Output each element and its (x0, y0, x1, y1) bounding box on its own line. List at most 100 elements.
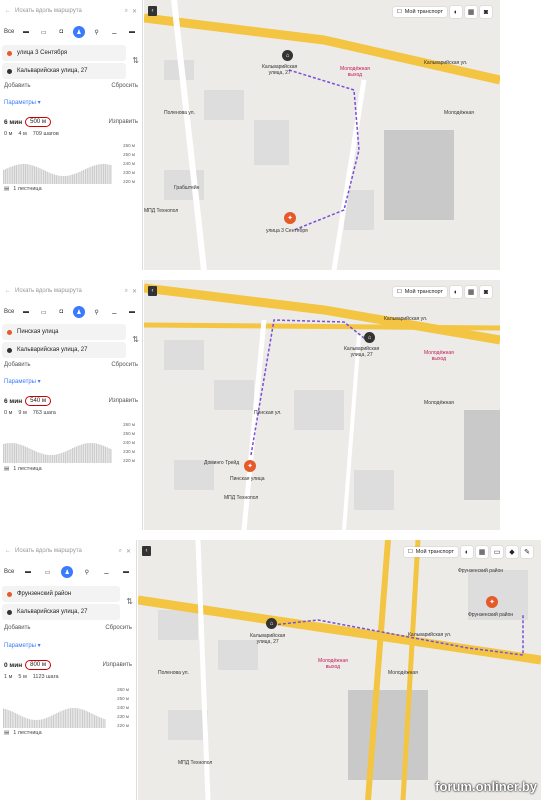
to-field[interactable]: Кальварийская улица, 27 (2, 342, 126, 358)
tram-icon[interactable]: ◘ (55, 26, 67, 38)
route-search[interactable]: ← Искать вдоль маршрута ⌕ ✕ (2, 3, 140, 19)
destination-pin-icon[interactable]: ⌂ (364, 332, 375, 343)
map[interactable]: ‹ ☐ Мой транспорт ◐ ▦ ◙ ⌂ Кальварийская улица… (144, 280, 500, 530)
panorama-icon[interactable]: ▦ (476, 546, 488, 558)
search-icon[interactable]: ⌕ (125, 288, 128, 295)
collapse-panel-button[interactable]: ‹ (148, 286, 157, 296)
scooter-icon[interactable]: ⚊ (108, 26, 120, 38)
reset-button[interactable]: Сбросить (111, 83, 138, 89)
panorama-icon[interactable]: ▦ (465, 6, 477, 18)
map[interactable]: ‹ ☐ Мой транспорт ◐ ▦ ◙ ⌂ Кальварийская улица… (144, 0, 500, 270)
bus-layer-icon[interactable]: ▭ (491, 546, 503, 558)
back-icon[interactable]: ← (5, 8, 11, 14)
elevation-bar (99, 444, 101, 463)
elevation-bar (8, 167, 10, 184)
car-icon[interactable]: ▬ (20, 306, 32, 318)
car-icon[interactable]: ▬ (22, 566, 34, 578)
scooter-icon[interactable]: ⚊ (108, 306, 120, 318)
tram-icon[interactable]: ◘ (55, 306, 67, 318)
taxi-icon[interactable]: ▬ (126, 26, 138, 38)
params-button[interactable]: Параметры ▾ (4, 642, 41, 649)
bike-icon[interactable]: ⚲ (91, 26, 103, 38)
traffic-icon[interactable]: ◐ (461, 546, 473, 558)
back-icon[interactable]: ← (5, 288, 11, 294)
search-input[interactable]: Искать вдоль маршрута (15, 548, 115, 554)
search-icon[interactable]: ⌕ (119, 548, 122, 555)
traffic-icon[interactable]: ◐ (450, 286, 462, 298)
search-input[interactable]: Искать вдоль маршрута (15, 288, 121, 294)
traffic-icon[interactable]: ◐ (450, 6, 462, 18)
swap-icon[interactable]: ⇅ (126, 597, 133, 606)
route-summary[interactable]: 6 мин 500 м Изправить (4, 117, 138, 127)
close-icon[interactable]: ✕ (126, 548, 131, 555)
route-search[interactable]: ← Искать вдоль маршрута ⌕ ✕ (2, 283, 140, 299)
search-icon[interactable]: ⌕ (125, 8, 128, 15)
from-field[interactable]: Пинская улица (2, 324, 126, 340)
collapse-panel-button[interactable]: ‹ (142, 546, 151, 556)
edit-button[interactable]: Изправить (109, 119, 138, 125)
bus-icon[interactable]: ▭ (42, 566, 54, 578)
params-button[interactable]: Параметры ▾ (4, 378, 41, 385)
mode-all-button[interactable]: Все (4, 309, 14, 315)
start-pin-icon[interactable]: ✦ (486, 596, 498, 608)
layers-icon[interactable]: ◆ (506, 546, 518, 558)
mode-all-button[interactable]: Все (4, 569, 14, 575)
ruler-icon[interactable]: ✎ (521, 546, 533, 558)
bike-icon[interactable]: ⚲ (81, 566, 93, 578)
start-label: Фрунзенский район (468, 612, 514, 618)
camera-icon[interactable]: ◙ (480, 6, 492, 18)
close-icon[interactable]: ✕ (132, 8, 137, 15)
add-button[interactable]: Добавить (4, 83, 31, 89)
swap-icon[interactable]: ⇅ (132, 56, 139, 65)
camera-icon[interactable]: ◙ (480, 286, 492, 298)
bike-icon[interactable]: ⚲ (91, 306, 103, 318)
to-field[interactable]: Кальварийская улица, 27 (2, 604, 120, 620)
search-input[interactable]: Искать вдоль маршрута (15, 8, 121, 14)
destination-pin-icon[interactable]: ⌂ (266, 618, 277, 629)
route-summary[interactable]: 6 мин 540 м Изправить (4, 396, 138, 406)
close-icon[interactable]: ✕ (132, 288, 137, 295)
route-search[interactable]: ← Искать вдоль маршрута ⌕ ✕ (2, 543, 134, 559)
elevation-bar (13, 165, 16, 184)
params-button[interactable]: Параметры ▾ (4, 99, 41, 106)
from-field[interactable]: улица 3 Сентября (2, 45, 126, 61)
elevation-bar (43, 170, 45, 184)
my-transport-toggle[interactable]: ☐ Мой транспорт (392, 287, 447, 297)
my-transport-toggle[interactable]: ☐ Мой транспорт (392, 7, 447, 17)
start-pin-icon[interactable]: ✦ (284, 212, 296, 224)
swap-icon[interactable]: ⇅ (132, 335, 139, 344)
walk-icon[interactable]: ♟ (72, 26, 85, 38)
taxi-icon[interactable]: ▬ (120, 566, 132, 578)
start-pin-icon[interactable]: ✦ (244, 460, 256, 472)
elevation-bar (95, 164, 97, 184)
my-transport-label: Мой транспорт (404, 9, 443, 15)
collapse-panel-button[interactable]: ‹ (148, 6, 157, 16)
destination-pin-icon[interactable]: ⌂ (282, 50, 293, 61)
mode-all-button[interactable]: Все (4, 29, 14, 35)
edit-button[interactable]: Изправить (103, 662, 132, 668)
car-icon[interactable]: ▬ (20, 26, 32, 38)
walk-icon[interactable]: ♟ (61, 566, 74, 578)
from-field[interactable]: Фрунзенский район (2, 586, 120, 602)
walk-icon[interactable]: ♟ (72, 306, 85, 318)
edit-button[interactable]: Изправить (109, 398, 138, 404)
my-transport-toggle[interactable]: ☐ Мой транспорт (403, 547, 458, 557)
to-field[interactable]: Кальварийская улица, 27 (2, 63, 126, 79)
elevation-plot: 260 м 250 м 240 м 230 м 220 м (3, 687, 129, 728)
bus-icon[interactable]: ▭ (38, 306, 50, 318)
reset-button[interactable]: Сбросить (105, 625, 132, 631)
panorama-icon[interactable]: ▦ (465, 286, 477, 298)
taxi-icon[interactable]: ▬ (126, 306, 138, 318)
back-icon[interactable]: ← (5, 548, 11, 554)
street-label-5: МПД Технопол (178, 760, 213, 766)
route-links: Добавить Сбросить (4, 362, 138, 368)
elevation-bar (61, 710, 63, 728)
add-button[interactable]: Добавить (4, 625, 31, 631)
scooter-icon[interactable]: ⚊ (100, 566, 112, 578)
add-button[interactable]: Добавить (4, 362, 31, 368)
map[interactable]: ‹ ☐ Мой транспорт ◐ ▦ ▭ ◆ ✎ ⌂ Кальварийская ули… (138, 540, 541, 800)
elevation-bar (47, 717, 49, 728)
route-summary[interactable]: 0 мин 800 м Изправить (4, 660, 132, 670)
bus-icon[interactable]: ▭ (38, 26, 50, 38)
reset-button[interactable]: Сбросить (111, 362, 138, 368)
